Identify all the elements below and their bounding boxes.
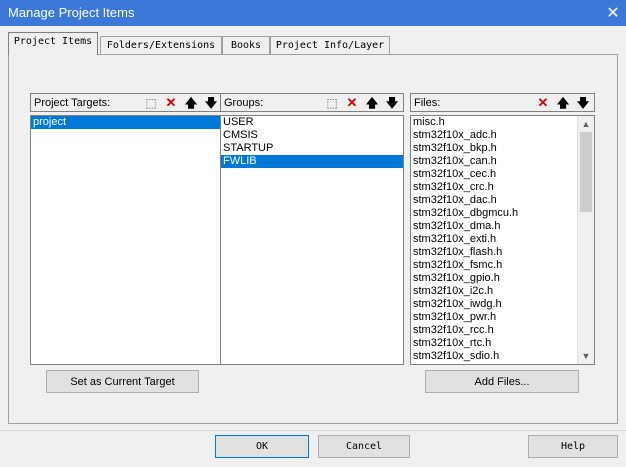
list-item[interactable]: stm32f10x_i2c.h [411,285,594,298]
list-item[interactable]: stm32f10x_adc.h [411,129,594,142]
project-targets-pane: Project Targets: ⬚ ✕ 🡅 🡇 project [30,93,223,365]
list-item[interactable]: stm32f10x_iwdg.h [411,298,594,311]
list-item[interactable]: USER [221,116,403,129]
list-item[interactable]: STARTUP [221,142,403,155]
ok-button[interactable]: OK [215,435,309,458]
move-up-target-icon[interactable]: 🡅 [182,95,200,111]
files-label: Files: [414,97,441,109]
list-item[interactable]: CMSIS [221,129,403,142]
groups-list[interactable]: USER CMSIS STARTUP FWLIB [220,115,404,365]
project-items-panel: Project Targets: ⬚ ✕ 🡅 🡇 project Groups:… [8,54,618,424]
list-item[interactable]: stm32f10x_exti.h [411,233,594,246]
move-up-group-icon[interactable]: 🡅 [363,95,381,111]
scroll-up-icon[interactable]: ▲ [578,116,594,132]
files-scrollbar[interactable]: ▲ ▼ [577,116,594,364]
list-item[interactable]: stm32f10x_dma.h [411,220,594,233]
list-item[interactable]: project [31,116,222,129]
groups-header: Groups: ⬚ ✕ 🡅 🡇 [220,93,404,112]
tab-books[interactable]: Books [222,36,270,55]
list-item[interactable]: stm32f10x_sdio.h [411,350,594,363]
scroll-down-icon[interactable]: ▼ [578,348,594,364]
tab-folders-extensions[interactable]: Folders/Extensions [100,36,222,55]
files-list[interactable]: misc.h stm32f10x_adc.h stm32f10x_bkp.h s… [410,115,595,365]
files-header: Files: ✕ 🡅 🡇 [410,93,595,112]
divider [0,430,626,431]
tab-strip: Project Items Folders/Extensions Books P… [8,32,618,55]
help-button[interactable]: Help [528,435,618,458]
list-item[interactable]: stm32f10x_can.h [411,155,594,168]
list-item[interactable]: stm32f10x_cec.h [411,168,594,181]
add-files-button[interactable]: Add Files... [425,370,579,393]
delete-file-icon[interactable]: ✕ [534,95,552,111]
groups-pane: Groups: ⬚ ✕ 🡅 🡇 USER CMSIS STARTUP FWLIB [220,93,404,365]
list-item[interactable]: stm32f10x_rtc.h [411,337,594,350]
list-item[interactable]: stm32f10x_bkp.h [411,142,594,155]
groups-label: Groups: [224,97,264,109]
move-up-file-icon[interactable]: 🡅 [554,95,572,111]
move-down-target-icon[interactable]: 🡇 [202,95,220,111]
project-targets-label: Project Targets: [34,97,111,109]
window-title: Manage Project Items [8,5,135,20]
close-icon[interactable]: ✕ [600,0,626,26]
list-item[interactable]: stm32f10x_gpio.h [411,272,594,285]
move-down-file-icon[interactable]: 🡇 [574,95,592,111]
list-item[interactable]: FWLIB [221,155,403,168]
project-targets-list[interactable]: project [30,115,223,365]
list-item[interactable]: stm32f10x_dac.h [411,194,594,207]
set-current-target-button[interactable]: Set as Current Target [46,370,199,393]
scroll-thumb[interactable] [580,132,592,212]
title-bar: Manage Project Items ✕ [0,0,626,26]
list-item[interactable]: stm32f10x_fsmc.h [411,259,594,272]
files-pane: Files: ✕ 🡅 🡇 misc.h stm32f10x_adc.h stm3… [410,93,595,365]
tab-project-info-layer[interactable]: Project Info/Layer [270,36,390,55]
new-group-icon[interactable]: ⬚ [323,95,341,111]
delete-target-icon[interactable]: ✕ [162,95,180,111]
move-down-group-icon[interactable]: 🡇 [383,95,401,111]
cancel-button[interactable]: Cancel [318,435,410,458]
list-item[interactable]: misc.h [411,116,594,129]
project-targets-header: Project Targets: ⬚ ✕ 🡅 🡇 [30,93,223,112]
tab-project-items[interactable]: Project Items [8,32,98,55]
list-item[interactable]: stm32f10x_dbgmcu.h [411,207,594,220]
delete-group-icon[interactable]: ✕ [343,95,361,111]
list-item[interactable]: stm32f10x_flash.h [411,246,594,259]
list-item[interactable]: stm32f10x_crc.h [411,181,594,194]
list-item[interactable]: stm32f10x_pwr.h [411,311,594,324]
new-target-icon[interactable]: ⬚ [142,95,160,111]
list-item[interactable]: stm32f10x_rcc.h [411,324,594,337]
